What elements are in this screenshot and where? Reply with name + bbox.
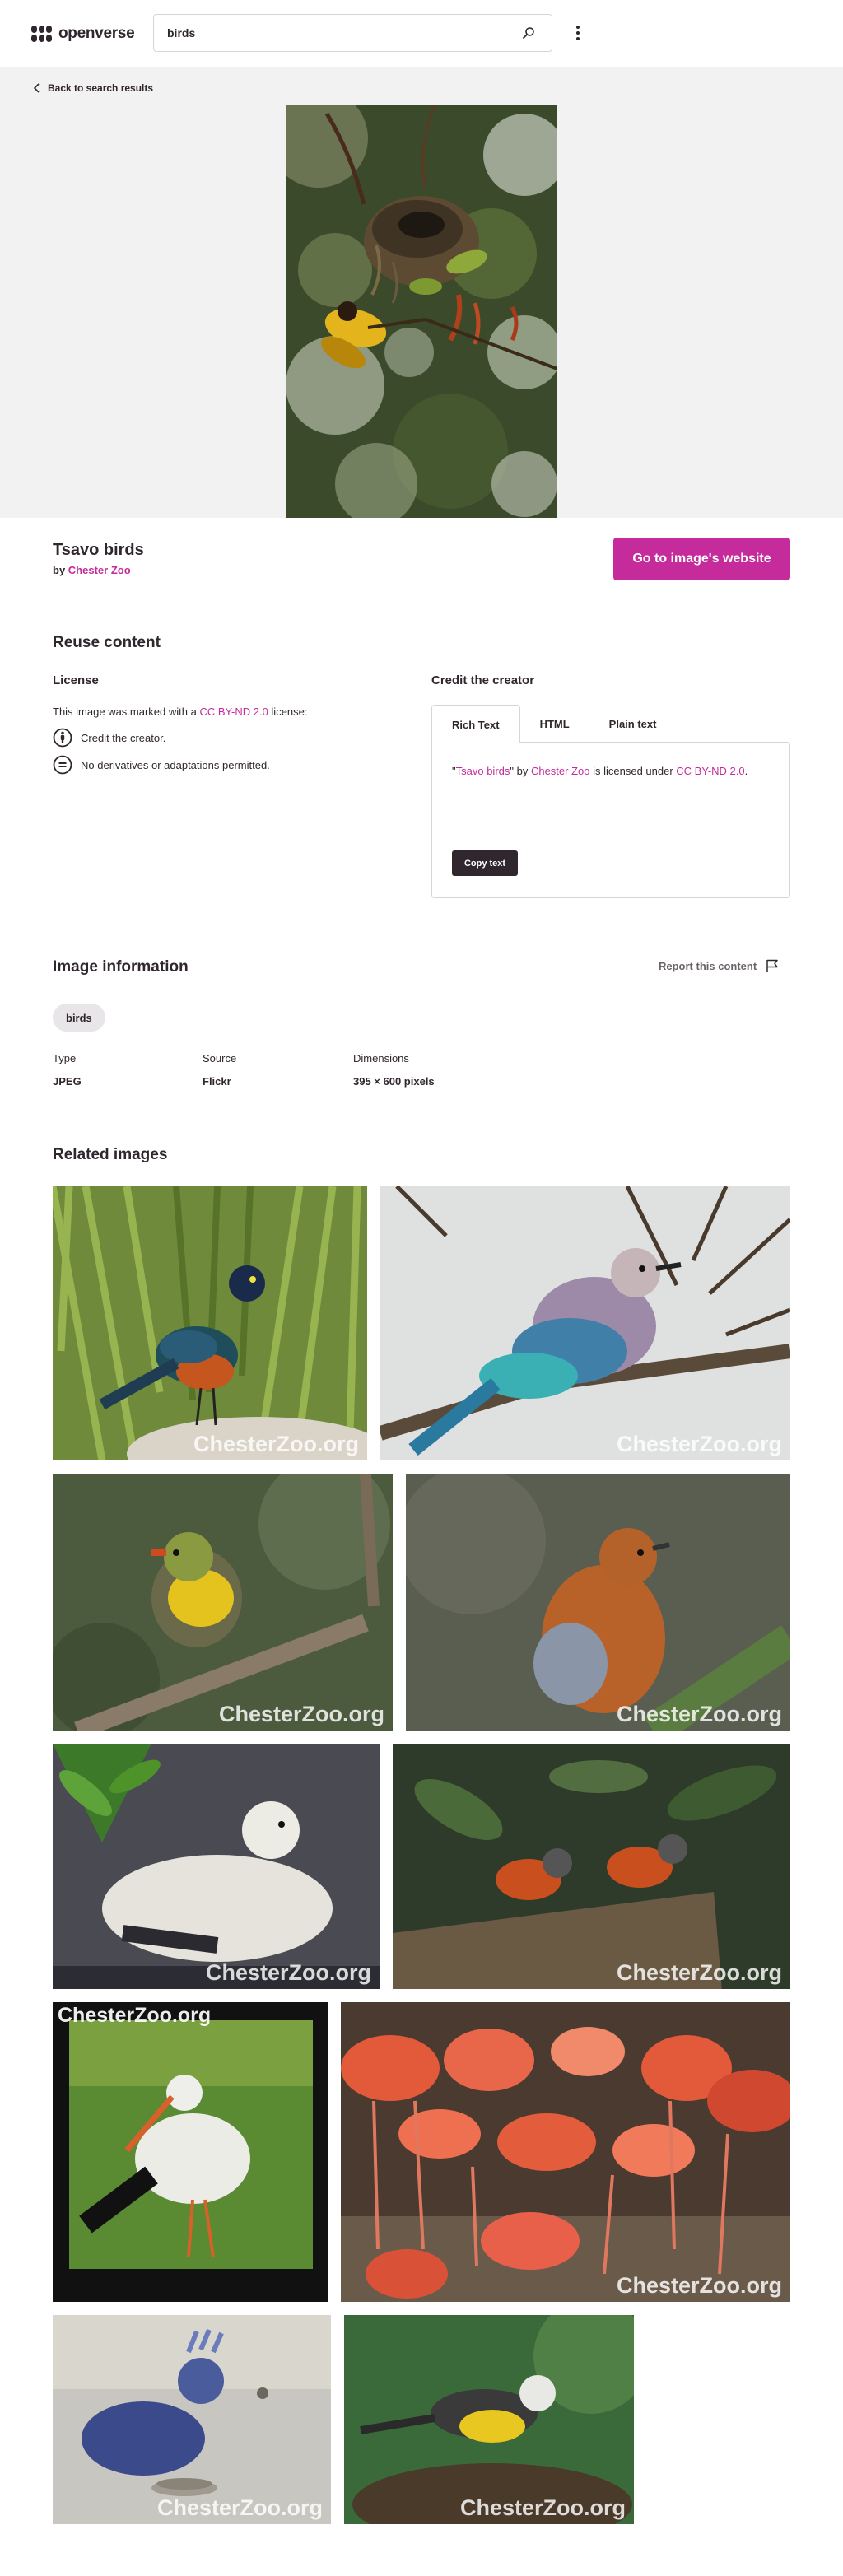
copy-text-button[interactable]: Copy text: [452, 850, 518, 876]
credit-title: Credit the creator: [431, 673, 535, 687]
watermark: ChesterZoo.org: [218, 1702, 384, 1726]
info-label: Source: [203, 1052, 237, 1064]
quote-close: " by: [510, 765, 531, 777]
license-description: This image was marked with a CC BY-ND 2.…: [53, 706, 308, 718]
credit-title-link[interactable]: Tsavo birds: [456, 765, 510, 777]
info-label: Type: [53, 1052, 77, 1064]
condition-text: No derivatives or adaptations permitted.: [81, 758, 270, 771]
report-content-button[interactable]: Report this content: [659, 958, 780, 973]
related-section-title: Related images: [53, 1146, 168, 1163]
main-image: [286, 105, 557, 518]
license-suffix: license:: [271, 706, 308, 718]
tab-plain-text[interactable]: Plain text: [589, 705, 677, 743]
source-link[interactable]: Flickr: [203, 1075, 236, 1088]
watermark: ChesterZoo.org: [156, 2495, 323, 2520]
logo-text: openverse: [58, 24, 135, 42]
attribution-text[interactable]: "Tsavo birds" by Chester Zoo is licensed…: [452, 762, 765, 780]
tag-birds[interactable]: birds: [53, 1004, 105, 1032]
watermark: ChesterZoo.org: [58, 2004, 212, 2027]
cc-by-icon: [53, 728, 72, 748]
openverse-logo[interactable]: openverse: [31, 25, 153, 43]
watermark: ChesterZoo.org: [616, 1432, 782, 1456]
image-title-block: Tsavo birds by Chester Zoo: [53, 541, 144, 576]
cc-nd-icon: [53, 755, 72, 775]
related-image-roller[interactable]: ChesterZoo.org: [380, 1186, 790, 1460]
site-header: openverse birds: [0, 0, 843, 67]
credit-middle: is licensed under: [589, 765, 677, 777]
creator-line: by Chester Zoo: [53, 564, 144, 576]
license-condition-by: Credit the creator.: [53, 728, 165, 748]
related-image-tanager[interactable]: ChesterZoo.org: [344, 2315, 634, 2524]
search-icon[interactable]: [519, 23, 538, 43]
watermark: ChesterZoo.org: [616, 1960, 782, 1985]
related-image-stork[interactable]: ChesterZoo.org: [53, 2002, 328, 2302]
license-condition-nd: No derivatives or adaptations permitted.: [53, 755, 270, 775]
related-image-leiothrix[interactable]: ChesterZoo.org: [53, 1474, 393, 1731]
license-title: License: [53, 673, 99, 687]
license-prefix: This image was marked with a: [53, 706, 197, 718]
report-label: Report this content: [659, 959, 757, 972]
watermark: ChesterZoo.org: [459, 2495, 626, 2520]
credit-panel: "Tsavo birds" by Chester Zoo is licensed…: [431, 742, 790, 898]
info-value: 395 × 600 pixels: [353, 1075, 435, 1088]
condition-text: Credit the creator.: [81, 731, 166, 744]
watermark: ChesterZoo.org: [616, 1702, 782, 1726]
credit-creator-link[interactable]: Chester Zoo: [531, 765, 590, 777]
by-prefix: by: [53, 564, 66, 576]
related-image-flamingos[interactable]: ChesterZoo.org: [341, 2002, 790, 2302]
image-title: Tsavo birds: [53, 541, 144, 559]
more-menu-icon[interactable]: [568, 21, 588, 44]
info-label: Dimensions: [353, 1052, 409, 1064]
credit-end: .: [744, 765, 748, 777]
go-to-website-button[interactable]: Go to image's website: [613, 538, 790, 580]
related-image-thrush[interactable]: ChesterZoo.org: [406, 1474, 790, 1731]
info-type: Type JPEG: [53, 1052, 82, 1088]
reuse-section-title: Reuse content: [53, 634, 161, 651]
tab-rich-text[interactable]: Rich Text: [431, 705, 520, 743]
flag-icon: [766, 959, 778, 972]
credit-license-link[interactable]: CC BY-ND 2.0: [676, 765, 744, 777]
related-image-starling[interactable]: ChesterZoo.org: [53, 1186, 367, 1460]
watermark: ChesterZoo.org: [205, 1960, 371, 1985]
image-hero: Back to search results: [0, 67, 843, 518]
search-bar[interactable]: birds: [153, 14, 552, 52]
chevron-left-icon: [33, 83, 40, 93]
watermark: ChesterZoo.org: [616, 2273, 782, 2298]
info-source: Source Flickr: [203, 1052, 236, 1088]
search-input[interactable]: birds: [167, 26, 519, 40]
related-image-laughingthrushes[interactable]: ChesterZoo.org: [393, 1744, 790, 1989]
watermark: ChesterZoo.org: [193, 1432, 359, 1456]
creator-link[interactable]: Chester Zoo: [68, 564, 131, 576]
info-section-title: Image information: [53, 958, 189, 976]
related-image-pigeon[interactable]: ChesterZoo.org: [53, 1744, 380, 1989]
related-image-crowned-pigeon[interactable]: ChesterZoo.org: [53, 2315, 331, 2524]
info-dimensions: Dimensions 395 × 600 pixels: [353, 1052, 435, 1088]
license-link[interactable]: CC BY-ND 2.0: [199, 706, 268, 718]
credit-format-tabs: Rich Text HTML Plain text: [431, 705, 790, 743]
back-label: Back to search results: [48, 82, 154, 94]
logo-icon: [31, 25, 52, 42]
back-to-results-link[interactable]: Back to search results: [33, 82, 153, 94]
tab-html[interactable]: HTML: [520, 705, 589, 743]
info-value: JPEG: [53, 1075, 82, 1088]
